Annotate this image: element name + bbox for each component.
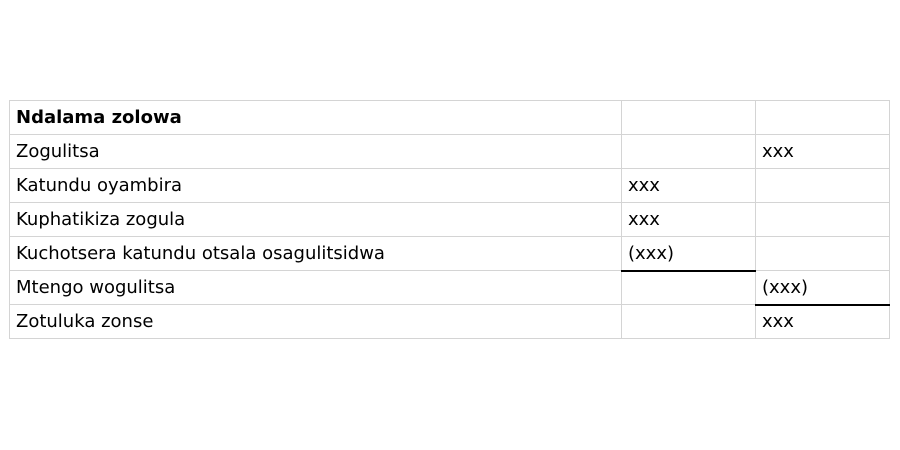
col2-cell[interactable] <box>755 202 890 237</box>
col1-cell[interactable]: (xxx) <box>621 236 756 272</box>
row-label[interactable]: Zotuluka zonse <box>9 304 622 339</box>
row-label[interactable]: Mtengo wogulitsa <box>9 270 622 305</box>
col2-cell[interactable]: xxx <box>755 304 890 339</box>
table-row: Mtengo wogulitsa (xxx) <box>9 270 890 306</box>
table-row-total: Zotuluka zonse xxx <box>9 304 890 339</box>
col1-cell[interactable] <box>621 134 756 169</box>
table-row: Kuchotsera katundu otsala osagulitsidwa … <box>9 236 890 272</box>
col2-cell[interactable] <box>755 100 890 135</box>
table-row: Zogulitsa xxx <box>9 134 890 169</box>
col1-cell[interactable] <box>621 304 756 339</box>
income-statement-table: Ndalama zolowa Zogulitsa xxx Katundu oya… <box>9 100 890 339</box>
row-label[interactable]: Kuphatikiza zogula <box>9 202 622 237</box>
col2-cell[interactable]: xxx <box>755 134 890 169</box>
col1-cell[interactable] <box>621 270 756 305</box>
col1-cell[interactable]: xxx <box>621 202 756 237</box>
table-row-heading: Ndalama zolowa <box>9 100 890 135</box>
row-label[interactable]: Ndalama zolowa <box>9 100 622 135</box>
row-label[interactable]: Zogulitsa <box>9 134 622 169</box>
row-label[interactable]: Katundu oyambira <box>9 168 622 203</box>
row-label[interactable]: Kuchotsera katundu otsala osagulitsidwa <box>9 236 622 271</box>
col1-cell[interactable]: xxx <box>621 168 756 203</box>
table-row: Katundu oyambira xxx <box>9 168 890 203</box>
table-row: Kuphatikiza zogula xxx <box>9 202 890 237</box>
col2-cell[interactable] <box>755 168 890 203</box>
col2-cell[interactable]: (xxx) <box>755 270 890 306</box>
col2-cell[interactable] <box>755 236 890 271</box>
col1-cell[interactable] <box>621 100 756 135</box>
